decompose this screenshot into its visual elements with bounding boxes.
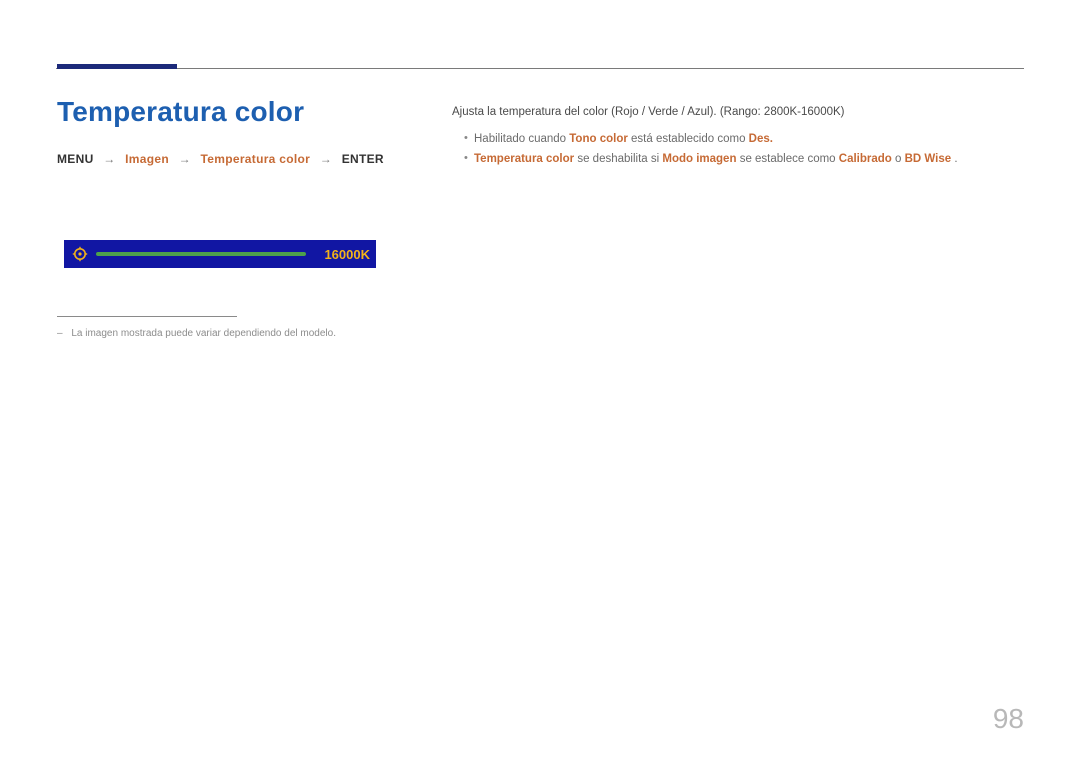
bullet-highlight: Modo imagen bbox=[662, 153, 736, 165]
footnote-text: La imagen mostrada puede variar dependie… bbox=[71, 328, 336, 339]
page-number: 98 bbox=[993, 703, 1024, 735]
breadcrumb-item-temperatura-color: Temperatura color bbox=[201, 152, 311, 166]
breadcrumb-arrow-icon: → bbox=[173, 152, 197, 166]
footnote: – La imagen mostrada puede variar depend… bbox=[57, 328, 336, 339]
breadcrumb-arrow-icon: → bbox=[314, 152, 338, 166]
breadcrumb-arrow-icon: → bbox=[97, 152, 121, 166]
bullet-highlight: Temperatura color bbox=[474, 153, 574, 165]
top-divider bbox=[56, 68, 1024, 69]
breadcrumb: MENU → Imagen → Temperatura color → ENTE… bbox=[57, 152, 384, 166]
description-bullet: Temperatura color se deshabilita si Modo… bbox=[464, 149, 1024, 170]
bullet-text: Habilitado cuando bbox=[474, 133, 569, 145]
bullet-highlight: Des. bbox=[749, 133, 773, 145]
footnote-dash-icon: – bbox=[57, 328, 63, 339]
slider-value: 16000K bbox=[316, 247, 370, 262]
bullet-text: o bbox=[895, 153, 905, 165]
adjust-icon bbox=[72, 246, 88, 262]
footnote-divider bbox=[57, 316, 237, 317]
color-temp-slider[interactable]: 16000K bbox=[64, 240, 376, 268]
section-marker bbox=[57, 64, 177, 69]
bullet-text: se deshabilita si bbox=[577, 153, 662, 165]
bullet-highlight: Calibrado bbox=[839, 153, 892, 165]
description-bullet: Habilitado cuando Tono color está establ… bbox=[464, 129, 1024, 150]
description-column: Ajusta la temperatura del color (Rojo / … bbox=[452, 102, 1024, 170]
breadcrumb-enter: ENTER bbox=[342, 152, 384, 166]
bullet-text: está establecido como bbox=[631, 133, 749, 145]
bullet-text: . bbox=[954, 153, 957, 165]
description-intro: Ajusta la temperatura del color (Rojo / … bbox=[452, 102, 1024, 123]
slider-fill bbox=[96, 252, 306, 256]
bullet-text: se establece como bbox=[740, 153, 839, 165]
breadcrumb-item-imagen: Imagen bbox=[125, 152, 169, 166]
bullet-highlight: BD Wise bbox=[905, 153, 952, 165]
slider-track[interactable] bbox=[96, 252, 306, 256]
breadcrumb-menu: MENU bbox=[57, 152, 94, 166]
page-title: Temperatura color bbox=[57, 96, 304, 128]
bullet-highlight: Tono color bbox=[569, 133, 628, 145]
